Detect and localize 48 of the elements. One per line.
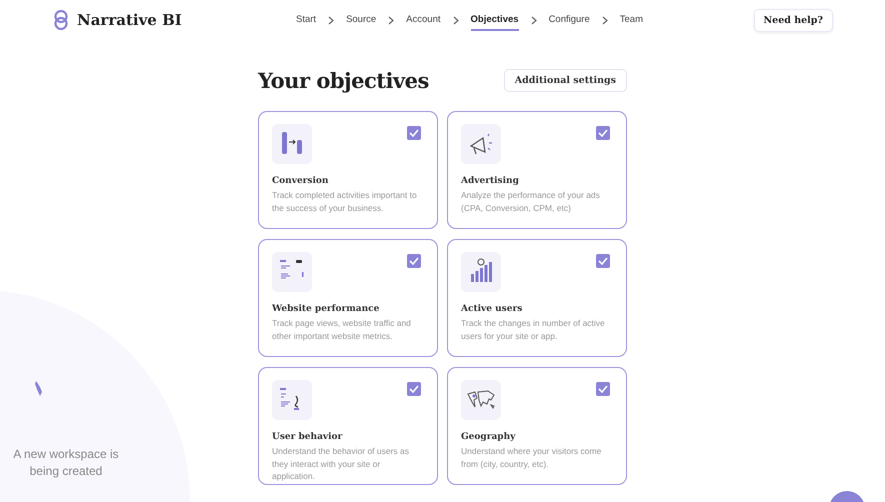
checkbox[interactable] [596,126,610,140]
checkbox[interactable] [407,254,421,268]
objective-icon [272,124,312,164]
checkbox[interactable] [407,382,421,396]
objective-title: Website performance [272,304,380,314]
chevron-icon [388,16,394,24]
objective-icon [272,252,312,292]
step-tab[interactable]: Source [346,10,376,30]
objective-description: Track the changes in number of active users for your site or app. [461,317,606,342]
objective-icon [272,380,312,420]
step-tab[interactable]: Objectives [470,10,519,30]
step-tab[interactable]: Team [620,10,643,30]
objective-card[interactable]: Website performance Track page views, website traffic and other important website metrics. [258,239,438,357]
checkbox[interactable] [596,382,610,396]
settings-button[interactable]: Additional settings [504,69,627,92]
checkbox[interactable] [596,254,610,268]
objective-card[interactable]: Active users Track the changes in number of active users for your site or app. [447,239,627,357]
objective-icon [461,380,501,420]
help-button[interactable]: Need help? [754,8,833,32]
objective-icon [461,124,501,164]
chevron-icon [602,16,608,24]
chevron-icon [452,16,458,24]
chevron-icon [530,16,537,24]
checkbox[interactable] [407,126,421,140]
objective-description: Understand where your visitors come from (city, country, etc). [461,445,602,470]
logo-icon [53,10,69,30]
objective-title: Geography [461,432,516,442]
objective-card[interactable]: Conversion Track completed activities important to the success of your business. [258,111,438,229]
objective-description: Track completed activities important to the success of your business. [272,189,418,214]
objective-icon [461,252,501,292]
page-title: Your objectives [258,68,429,93]
objective-title: Advertising [461,176,520,186]
objective-card[interactable]: Geography Understand where your visitors come from (city, country, etc). [447,367,627,485]
step-tab[interactable]: Start [296,10,316,30]
brand-name: Narrative BI [77,11,182,29]
step-tab[interactable]: Configure [548,10,590,30]
objective-description: Track page views, website traffic and other important website metrics. [272,317,412,342]
loader-icon [34,380,44,398]
status-message: A new workspace is being created [12,446,120,480]
objective-description: Analyze the performance of your ads (CPA, Conversion, CPM, etc) [461,189,601,214]
objective-title: User behavior [272,432,344,442]
objective-description: Understand the behavior of users as they interact with your site or application. [272,445,410,482]
objective-title: Active users [461,304,524,314]
objective-card[interactable]: Advertising Analyze the performance of your ads (CPA, Conversion, CPM, etc) [447,111,627,229]
step-tab[interactable]: Account [406,10,440,30]
objective-card[interactable]: User behavior Understand the behavior of users as they interact with your site or application. [258,367,438,485]
chevron-icon [328,16,334,24]
objective-title: Conversion [272,176,330,186]
